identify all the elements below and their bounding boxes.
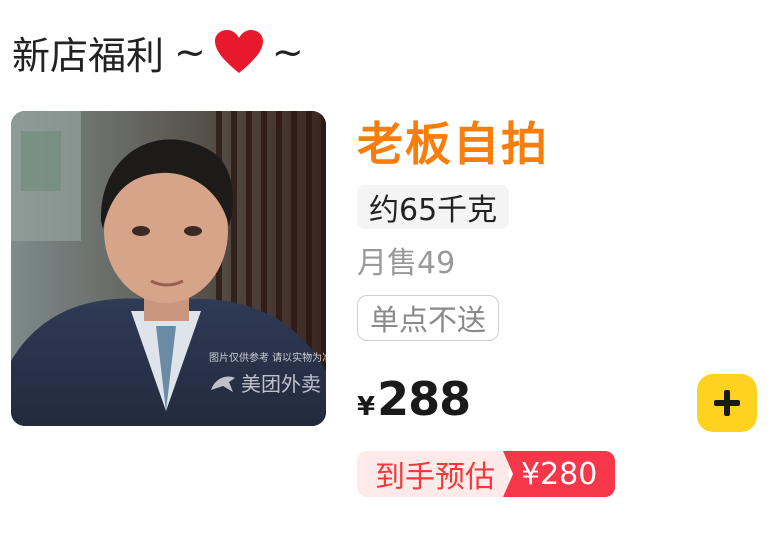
section-title-text: 新店福利: [12, 33, 165, 78]
section-title: 新店福利 ~ ~: [12, 24, 304, 80]
image-watermark: 图片仅供参考 请以实物为准 美团外卖: [209, 349, 326, 397]
heart-icon: [214, 29, 264, 75]
delivery-note-tag: 单点不送: [357, 295, 500, 341]
price: ¥ 288: [357, 372, 471, 426]
watermark-brand: 美团外卖: [241, 372, 321, 396]
kangaroo-logo-icon: [211, 376, 235, 392]
monthly-sales: 月售49: [357, 246, 456, 281]
price-currency: ¥: [357, 392, 376, 422]
estimated-price-badge: 到手预估 ¥280: [357, 451, 616, 497]
product-image[interactable]: 图片仅供参考 请以实物为准 美团外卖: [11, 111, 326, 426]
watermark-note: 图片仅供参考 请以实物为准: [209, 353, 326, 364]
estimate-label: 到手预估: [357, 451, 509, 497]
add-to-cart-button[interactable]: [697, 374, 757, 432]
estimate-price: ¥280: [503, 451, 616, 497]
product-name[interactable]: 老板自拍: [357, 108, 549, 174]
price-amount: 288: [377, 372, 471, 426]
spec-tag: 约65千克: [357, 185, 510, 229]
plus-icon: [714, 390, 740, 416]
tilde-left: ~: [174, 30, 206, 74]
tilde-right: ~: [271, 30, 304, 74]
